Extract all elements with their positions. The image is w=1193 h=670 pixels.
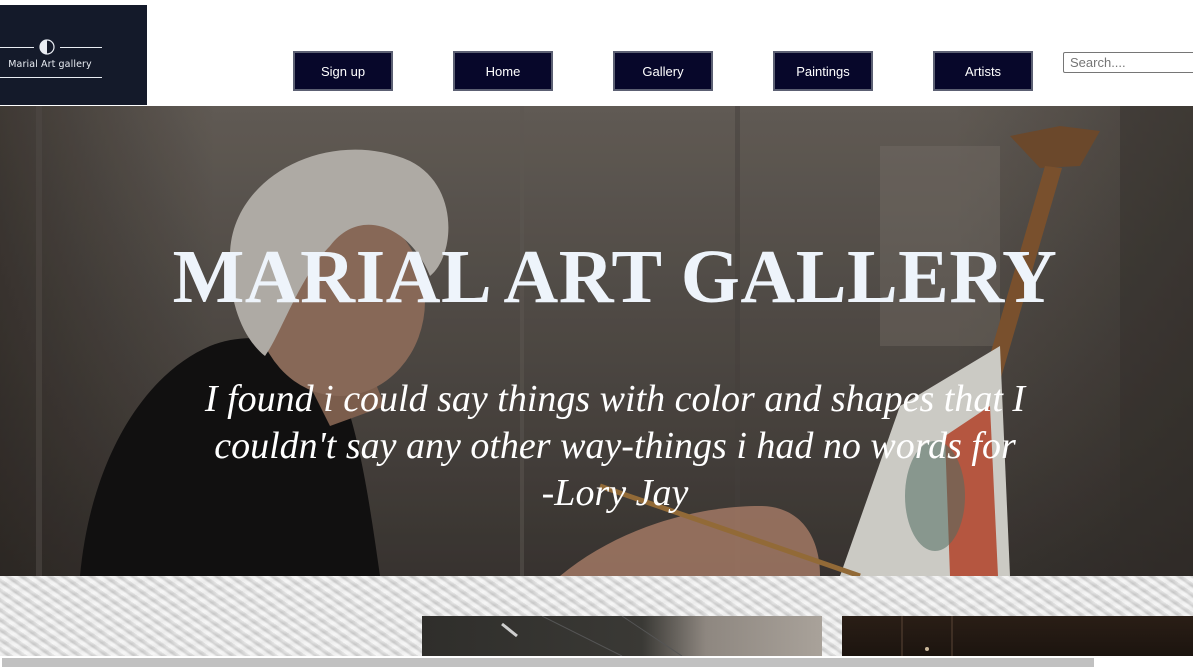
nav-sign-up-button[interactable]: Sign up: [293, 51, 393, 91]
logo-underline: [0, 77, 102, 78]
nav-paintings-button[interactable]: Paintings: [773, 51, 873, 91]
site-header: Marial Art gallery Sign up Home Gallery …: [0, 0, 1193, 106]
page: Marial Art gallery Sign up Home Gallery …: [0, 0, 1193, 670]
gallery-thumbnail-photo: [501, 616, 683, 656]
hero-quote: I found i could say things with color an…: [160, 376, 1070, 517]
hero-quote-author: -Lory Jay: [541, 472, 689, 514]
logo-text: Marial Art gallery: [8, 59, 92, 70]
gallery-thumbnail-photo: [901, 616, 953, 656]
hero-quote-line-1: I found i could say things with color an…: [204, 378, 1026, 420]
gallery-preview-section: [0, 576, 1193, 656]
gallery-thumbnail[interactable]: [842, 616, 1193, 656]
hero-title: MARIAL ART GALLERY: [172, 235, 1058, 319]
hero-quote-line-2: couldn't say any other way-things i had …: [214, 425, 1016, 467]
search-input[interactable]: [1063, 52, 1193, 73]
half-circle-logo-icon: [39, 39, 55, 55]
logo-divider-right: [60, 47, 102, 48]
horizontal-scrollbar[interactable]: [0, 656, 1193, 670]
nav-gallery-button[interactable]: Gallery: [613, 51, 713, 91]
hero-banner: MARIAL ART GALLERY I found i could say t…: [0, 106, 1193, 576]
site-logo[interactable]: Marial Art gallery: [0, 5, 147, 105]
gallery-thumbnail[interactable]: [422, 616, 822, 656]
nav-artists-button[interactable]: Artists: [933, 51, 1033, 91]
logo-divider-left: [0, 47, 34, 48]
scrollbar-thumb[interactable]: [2, 658, 1094, 667]
nav-home-button[interactable]: Home: [453, 51, 553, 91]
